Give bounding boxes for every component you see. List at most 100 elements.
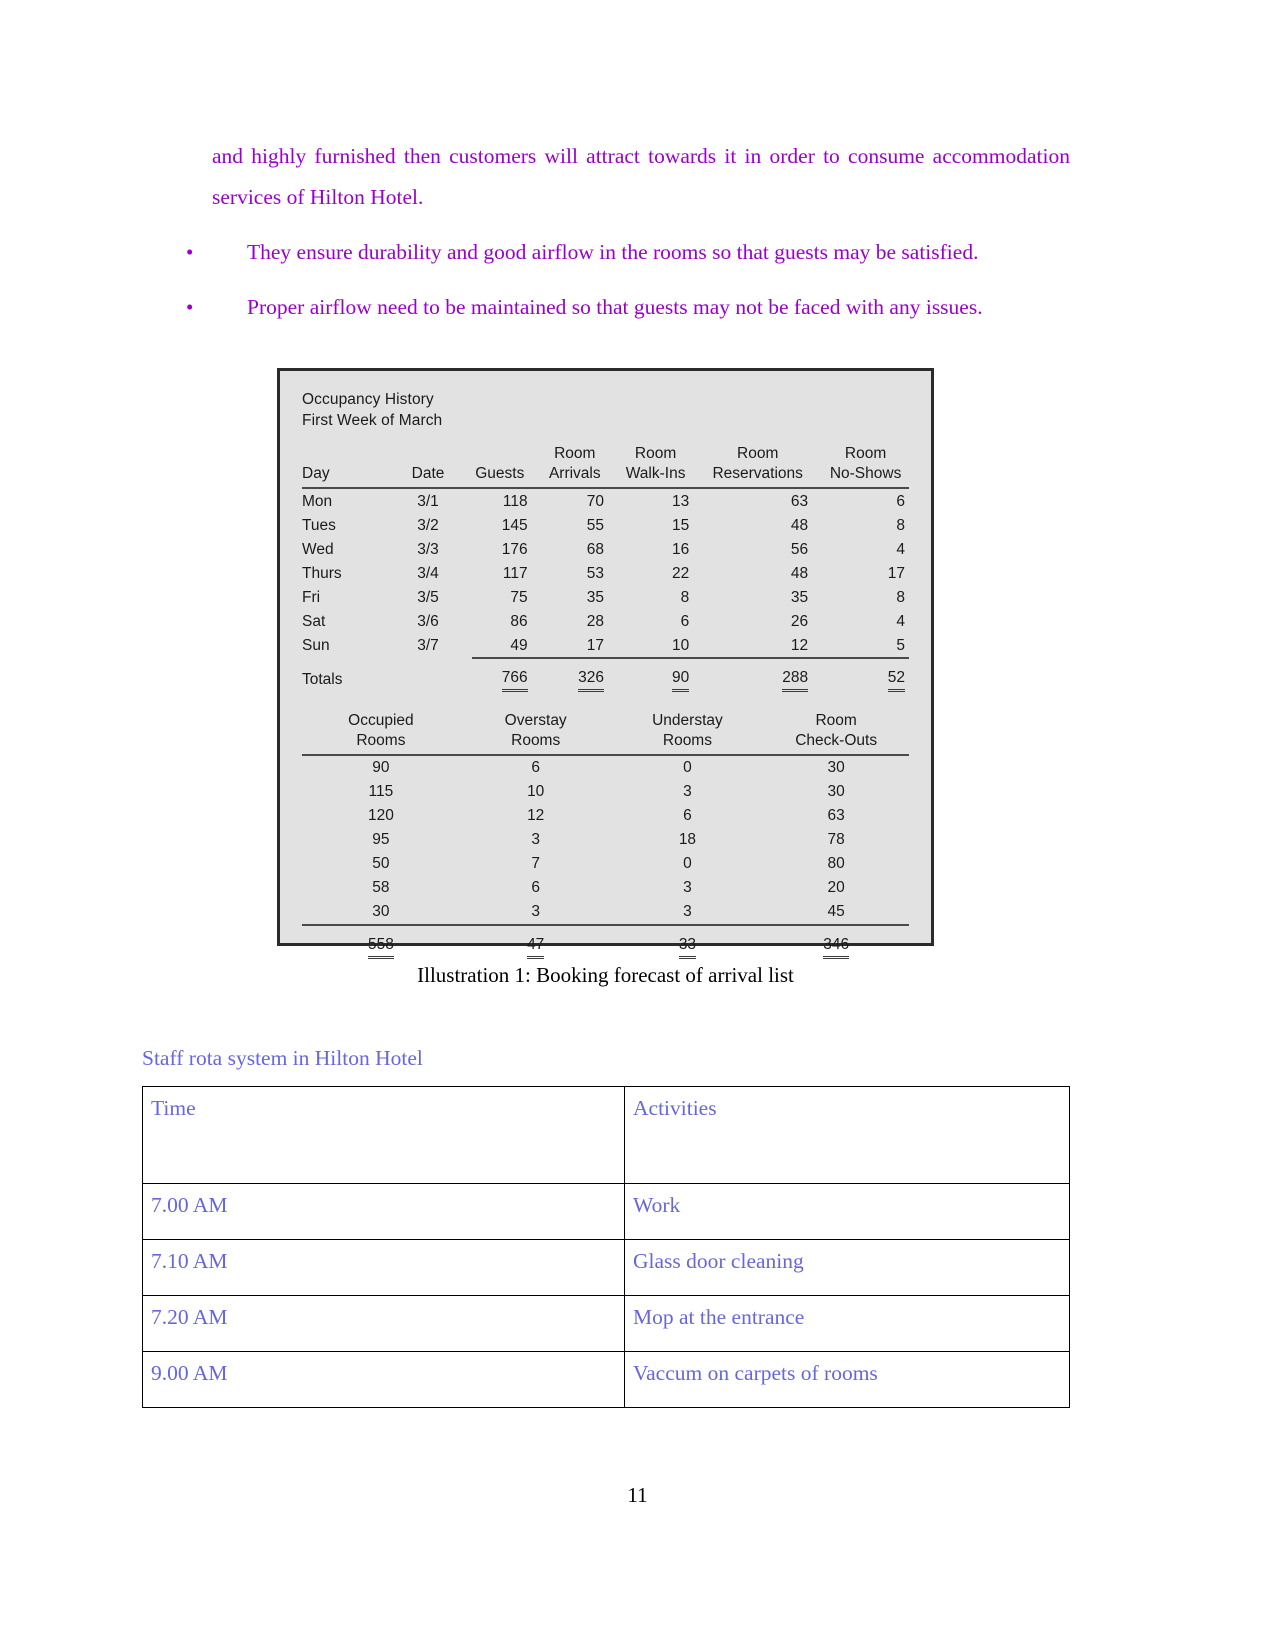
totals-guests-value: 766 — [501, 667, 528, 692]
table-row: Fri 3/5 75 35 8 35 8 — [302, 585, 909, 609]
cell-reservations: 48 — [790, 516, 809, 534]
cell-reservations: 35 — [790, 588, 809, 606]
table-row: 95 3 18 78 — [302, 828, 909, 852]
cell-day: Sun — [302, 637, 330, 654]
totals-overstay: 47 — [459, 923, 612, 960]
table-row: Mon 3/1 118 70 13 63 6 — [302, 488, 909, 513]
cell-occupied: 58 — [372, 879, 390, 896]
cell-reservations: 63 — [790, 492, 809, 510]
cell-day: Sat — [302, 612, 326, 630]
cell-overstay: 6 — [531, 879, 540, 896]
cell-arrivals: 35 — [586, 588, 604, 606]
cell-reservations: 56 — [790, 540, 809, 558]
cell-checkouts: 45 — [827, 903, 845, 920]
totals-overstay-value: 47 — [527, 934, 545, 959]
section-heading-staff-rota: Staff rota system in Hilton Hotel — [142, 1046, 423, 1070]
column-header-room-no-shows: Room No-Shows — [826, 444, 909, 489]
figure-image: Occupancy History First Week of March Da… — [277, 368, 934, 960]
occupancy-upper-body: Mon 3/1 118 70 13 63 6 Tues 3/2 145 55 1… — [302, 488, 909, 694]
table-row: 120 12 6 63 — [302, 804, 909, 828]
cell-arrivals: 68 — [586, 540, 604, 558]
document-page: and highly furnished then customers will… — [0, 0, 1275, 1650]
cell-overstay: 3 — [531, 903, 540, 920]
cell-guests: 176 — [501, 540, 528, 558]
cell-walkins: 8 — [680, 588, 690, 606]
page-number: 11 — [627, 1483, 648, 1507]
cell-walkins: 10 — [671, 636, 690, 654]
column-header-room-check-outs: Room Check-Outs — [763, 709, 909, 756]
cell-arrivals: 55 — [586, 516, 604, 534]
cell-understay: 6 — [683, 807, 692, 824]
cell-day: Mon — [302, 492, 333, 510]
bullet-dot-icon: • — [186, 240, 194, 264]
totals-guests: 766 — [472, 657, 546, 694]
occupancy-lower-body: 90 6 0 30 115 10 3 30 120 12 6 63 95 3 1… — [302, 755, 909, 960]
figure-title-line-1: Occupancy History — [302, 391, 434, 408]
cell-overstay: 10 — [527, 783, 545, 800]
occupancy-lower-table: Occupied Rooms Overstay Rooms Understay … — [302, 709, 909, 960]
table-row: 9.00 AM Vaccum on carpets of rooms — [142, 1351, 1070, 1408]
table-row: 90 6 0 30 — [302, 755, 909, 780]
cell-overstay: 7 — [531, 855, 540, 872]
cell-date: 3/5 — [417, 588, 439, 606]
cell-checkouts: 20 — [827, 879, 845, 896]
cell-date: 3/7 — [417, 637, 439, 654]
cell-walkins: 6 — [680, 612, 690, 630]
cell-day: Fri — [302, 588, 321, 606]
cell-date: 3/4 — [417, 564, 439, 582]
cell-occupied: 50 — [372, 855, 390, 872]
paragraph-continuation: and highly furnished then customers will… — [212, 144, 1070, 209]
totals-understay-value: 33 — [678, 934, 697, 959]
table-totals-row: 558 47 33 346 — [302, 923, 909, 960]
list-item: • They ensure durability and good airflo… — [186, 232, 1070, 273]
cell-checkouts: 63 — [827, 807, 845, 824]
table-row: 7.10 AM Glass door cleaning — [142, 1239, 1070, 1296]
table-row: 115 10 3 30 — [302, 780, 909, 804]
cell-guests: 145 — [501, 516, 528, 534]
cell-arrivals: 28 — [586, 612, 604, 630]
totals-reservations: 288 — [707, 657, 827, 694]
cell-occupied: 120 — [367, 807, 394, 824]
cell-activity: Work — [624, 1183, 1070, 1240]
cell-reservations: 48 — [790, 564, 809, 582]
table-row: Sat 3/6 86 28 6 26 4 — [302, 609, 909, 633]
list-item-label: Proper airflow need to be maintained so … — [247, 295, 983, 319]
totals-arrivals: 326 — [545, 657, 622, 694]
cell-walkins: 15 — [671, 516, 690, 534]
cell-noshows: 5 — [896, 636, 905, 654]
cell-arrivals: 70 — [586, 492, 604, 510]
cell-guests: 118 — [502, 492, 528, 510]
table-row: Wed 3/3 176 68 16 56 4 — [302, 537, 909, 561]
cell-understay: 18 — [678, 831, 697, 848]
cell-checkouts: 30 — [827, 783, 845, 800]
cell-time: 7.00 AM — [142, 1183, 625, 1240]
table-row: Tues 3/2 145 55 15 48 8 — [302, 513, 909, 537]
totals-checkouts-value: 346 — [823, 934, 850, 959]
totals-blank — [384, 658, 472, 694]
cell-noshows: 4 — [896, 612, 905, 630]
cell-activity: Glass door cleaning — [624, 1239, 1070, 1296]
cell-date: 3/1 — [417, 492, 439, 510]
cell-day: Wed — [302, 540, 334, 558]
totals-walkins-value: 90 — [671, 667, 690, 692]
bullet-dot-icon: • — [186, 295, 194, 319]
table-row: 7.00 AM Work — [142, 1183, 1070, 1240]
column-header-room-walk-ins: Room Walk-Ins — [622, 444, 708, 489]
table-header-row: Occupied Rooms Overstay Rooms Understay … — [302, 709, 909, 756]
cell-activity: Vaccum on carpets of rooms — [624, 1351, 1070, 1408]
column-header-date: Date — [384, 444, 472, 489]
cell-guests: 75 — [510, 588, 528, 606]
cell-day: Tues — [302, 516, 336, 534]
cell-noshows: 4 — [896, 540, 905, 558]
cell-occupied: 115 — [368, 783, 394, 800]
cell-date: 3/2 — [417, 516, 439, 534]
cell-arrivals: 53 — [586, 564, 604, 582]
cell-time: 7.20 AM — [142, 1295, 625, 1352]
cell-understay: 3 — [683, 783, 692, 800]
cell-time: 7.10 AM — [142, 1239, 625, 1296]
column-header-room-arrivals: Room Arrivals — [545, 444, 622, 489]
column-header-occupied-rooms: Occupied Rooms — [302, 709, 460, 756]
cell-overstay: 12 — [527, 807, 545, 824]
cell-checkouts: 30 — [827, 759, 845, 776]
totals-understay: 33 — [611, 923, 764, 960]
